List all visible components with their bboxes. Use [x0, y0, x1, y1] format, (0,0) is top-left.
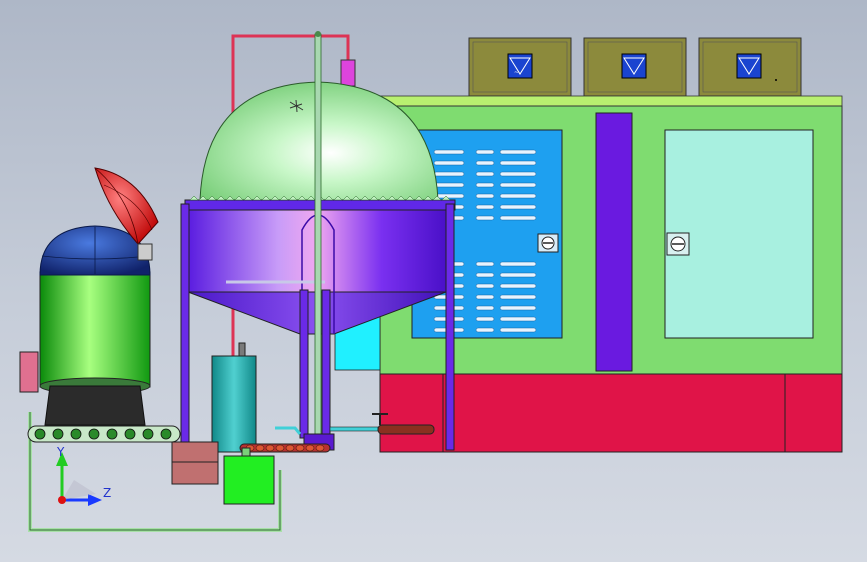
center-divider: [595, 112, 633, 372]
louver-slot: [433, 182, 465, 188]
louver-slot: [499, 193, 537, 199]
z-axis-label: Z: [103, 486, 112, 500]
louver-slot: [499, 305, 537, 311]
tank-leg-right: [445, 203, 455, 451]
pipe-bead: [275, 444, 285, 452]
furnace[interactable]: [19, 225, 151, 426]
coordinate-triad: [56, 452, 102, 506]
chain-roller: [88, 428, 100, 440]
louver-slot: [475, 327, 495, 333]
louver-slot: [499, 261, 537, 267]
louver-slot: [475, 305, 495, 311]
rim-tooth: [189, 195, 199, 201]
chain-roller: [124, 428, 136, 440]
louver-slot: [433, 160, 465, 166]
chain-roller: [34, 428, 46, 440]
agitator-shaft[interactable]: [314, 33, 322, 443]
tank-leg-left: [180, 203, 190, 445]
cad-viewport[interactable]: ~ Y Z: [0, 0, 867, 562]
chain-roller: [52, 428, 64, 440]
louver-slot: [475, 182, 495, 188]
louver-slot: [475, 193, 495, 199]
louver-slot: [475, 316, 495, 322]
control-box-3[interactable]: [698, 37, 802, 97]
louver-slot: [433, 149, 465, 155]
louver-slot: [475, 294, 495, 300]
assembly-model[interactable]: ~: [0, 0, 867, 562]
louver-slot: [475, 272, 495, 278]
filter-column[interactable]: [211, 342, 257, 453]
louver-slot: [475, 261, 495, 267]
conveyor-chain[interactable]: [27, 425, 181, 443]
pipe-bead: [295, 444, 305, 452]
control-box-1[interactable]: ~: [468, 37, 572, 97]
louver-slot: [499, 215, 537, 221]
louver-slot: [499, 160, 537, 166]
vent-nozzle[interactable]: [340, 59, 356, 87]
control-box-2[interactable]: [583, 37, 687, 97]
louver-slot: [499, 283, 537, 289]
chain-roller: [142, 428, 154, 440]
louver-slot: [499, 272, 537, 278]
chain-roller: [160, 428, 172, 440]
pipe-bead: [305, 444, 315, 452]
louver-slot: [499, 171, 537, 177]
louver-slot: [499, 316, 537, 322]
motor-housing[interactable]: [223, 455, 275, 505]
pipe-bead: [255, 444, 265, 452]
louver-slot: [475, 160, 495, 166]
pipe-bead: [315, 444, 325, 452]
louver-slot: [499, 149, 537, 155]
pipe-bead: [265, 444, 275, 452]
svg-text:~: ~: [514, 69, 519, 76]
chain-roller: [106, 428, 118, 440]
louver-slot: [475, 215, 495, 221]
louver-slot: [499, 327, 537, 333]
louver-slot: [475, 171, 495, 177]
louver-slot: [499, 182, 537, 188]
pump-housing[interactable]: [171, 441, 219, 485]
louver-slot: [475, 149, 495, 155]
pipe-bead: [285, 444, 295, 452]
y-axis-label: Y: [57, 445, 65, 459]
louver-slot: [499, 204, 537, 210]
louver-slot: [499, 294, 537, 300]
louver-slot: [433, 171, 465, 177]
louver-slot: [475, 204, 495, 210]
chain-roller: [70, 428, 82, 440]
louver-slot: [475, 283, 495, 289]
